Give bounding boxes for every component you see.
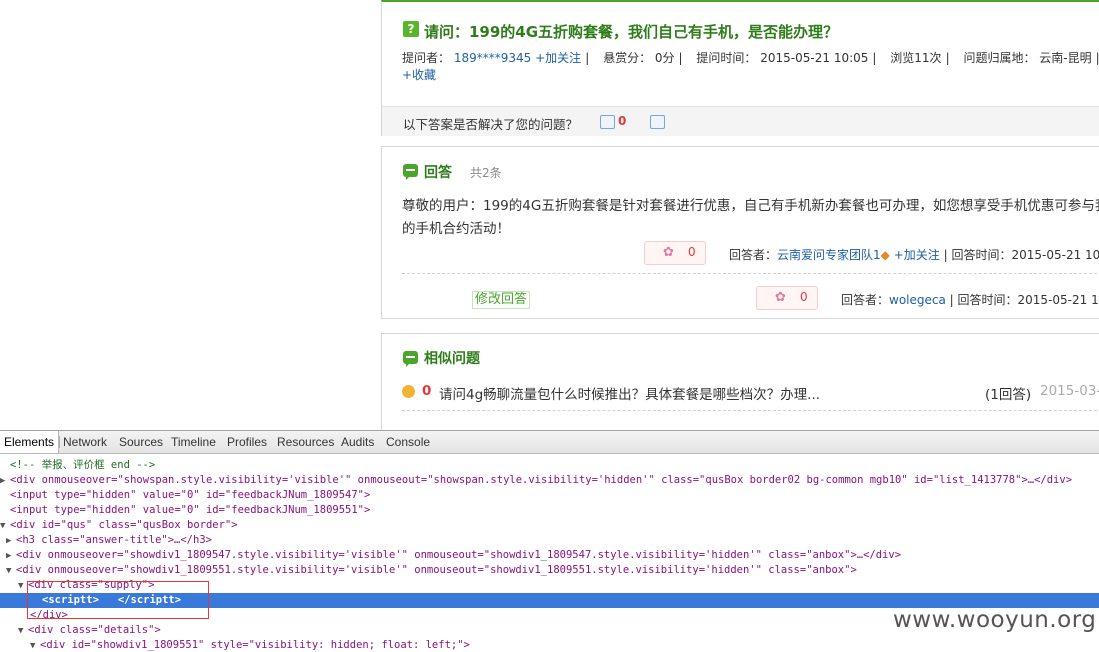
dom-node[interactable]: ▶ <div onmouseover="showdiv1_1809547.styl… bbox=[0, 548, 1099, 563]
tab-timeline[interactable]: Timeline bbox=[171, 435, 216, 449]
divider bbox=[402, 410, 1099, 411]
flower-button[interactable]: ✿ 0 bbox=[756, 286, 818, 310]
reward-value: 0分 bbox=[654, 51, 675, 65]
region: 云南-昆明 bbox=[1039, 51, 1092, 65]
thumbs-up-count: 0 bbox=[618, 114, 627, 128]
follow-asker-link[interactable]: +加关注 bbox=[535, 51, 581, 65]
answer-meta: 回答者：wolegeca | 回答时间：2015-05-21 10:3 bbox=[841, 291, 1099, 308]
flower-button[interactable]: ✿ 0 bbox=[644, 241, 706, 265]
devtools-tabbar: Elements Network Sources Timeline Profil… bbox=[0, 431, 1099, 454]
coin-icon bbox=[402, 385, 415, 398]
follow-answerer-link[interactable]: +加关注 bbox=[894, 248, 940, 262]
asker-link[interactable]: 189****9345 bbox=[454, 51, 531, 65]
chat-bubble-icon bbox=[403, 351, 418, 367]
feedback-text: 以下答案是否解决了您的问题？ bbox=[403, 117, 579, 132]
collect-link[interactable]: +收藏 bbox=[402, 66, 436, 83]
highlight-box bbox=[27, 581, 209, 619]
dom-node[interactable]: <input type="hidden" value="0" id="feedb… bbox=[0, 488, 1099, 503]
answerer-link[interactable]: wolegeca bbox=[889, 293, 946, 307]
question-meta: 提问者： 189****9345 +加关注 | 悬赏分： 0分 | 提问时间： 20… bbox=[402, 51, 1099, 65]
thumbs-up-icon[interactable] bbox=[600, 115, 615, 129]
dom-node[interactable]: <!-- 举报、评价框 end --> bbox=[0, 458, 1099, 473]
answer-time: 2015-05-21 10:3 bbox=[1011, 248, 1099, 262]
dom-node[interactable]: ▶ <div onmouseover="showspan.style.visibi… bbox=[0, 473, 1099, 488]
tab-network[interactable]: Network bbox=[63, 435, 107, 449]
tab-resources[interactable]: Resources bbox=[277, 435, 334, 449]
question-title: 请问：199的4G五折购套餐，我们自己有手机，是否能办理？ bbox=[424, 23, 839, 41]
flower-count: 0 bbox=[688, 245, 696, 259]
similar-questions-box: 相似问题 0 请问4g畅聊流量包什么时候推出？具体套餐是哪些档次？办理... (… bbox=[381, 333, 1099, 430]
feedback-bar: 以下答案是否解决了您的问题？ 0 bbox=[382, 106, 1099, 136]
view-count: 浏览11次 bbox=[890, 51, 942, 65]
flower-count: 0 bbox=[800, 290, 808, 304]
chat-bubble-icon bbox=[403, 164, 418, 180]
answer-time: 2015-05-21 10:3 bbox=[1017, 293, 1099, 307]
tab-console[interactable]: Console bbox=[386, 435, 430, 449]
question-mark-icon: ? bbox=[403, 21, 419, 37]
expert-badge-icon: ◆ bbox=[880, 248, 890, 262]
similar-question-link[interactable]: 请问4g畅聊流量包什么时候推出？具体套餐是哪些档次？办理... bbox=[439, 383, 820, 403]
answer-meta: 回答者：云南爱问专家团队1◆ +加关注 | 回答时间：2015-05-21 10… bbox=[729, 246, 1099, 263]
tab-sources[interactable]: Sources bbox=[119, 435, 163, 449]
tab-elements[interactable]: Elements bbox=[0, 431, 60, 453]
thumbs-down-icon[interactable] bbox=[650, 115, 665, 129]
dom-node[interactable]: ▼ <div id="showdiv1_1809551" style="visib… bbox=[0, 638, 1099, 652]
watermark: www.wooyun.org bbox=[893, 607, 1097, 633]
tab-audits[interactable]: Audits bbox=[341, 435, 374, 449]
question-box: ? 请问：199的4G五折购套餐，我们自己有手机，是否能办理？ 提问者： 189… bbox=[381, 0, 1099, 136]
divider bbox=[402, 273, 1099, 274]
answerer-link[interactable]: 云南爱问专家团队1 bbox=[777, 248, 881, 262]
dom-node[interactable]: <input type="hidden" value="0" id="feedb… bbox=[0, 503, 1099, 518]
dom-node[interactable]: ▼ <div id="qus" class="qusBox border"> bbox=[0, 518, 1099, 533]
answers-title: 回答 bbox=[424, 165, 452, 181]
edit-answer-link[interactable]: 修改回答 bbox=[472, 291, 531, 309]
flower-icon: ✿ bbox=[663, 245, 674, 260]
webpage-viewport: ? 请问：199的4G五折购套餐，我们自己有手机，是否能办理？ 提问者： 189… bbox=[0, 0, 1099, 430]
dom-node[interactable]: ▼ <div onmouseover="showdiv1_1809551.styl… bbox=[0, 563, 1099, 578]
flower-icon: ✿ bbox=[775, 290, 786, 305]
answers-count: 共2条 bbox=[470, 166, 502, 180]
tab-profiles[interactable]: Profiles bbox=[227, 435, 267, 449]
answers-box: 回答 共2条 尊敬的用户：199的4G五折购套餐是针对套餐进行优惠，自己有手机新… bbox=[381, 146, 1099, 319]
best-answer-text: 尊敬的用户：199的4G五折购套餐是针对套餐进行优惠，自己有手机新办套餐也可办理… bbox=[402, 198, 1099, 237]
similar-title: 相似问题 bbox=[424, 351, 480, 367]
question-time: 2015-05-21 10:05 bbox=[760, 51, 869, 65]
dom-node[interactable]: ▶ <h3 class="answer-title">…</h3> bbox=[0, 533, 1099, 548]
